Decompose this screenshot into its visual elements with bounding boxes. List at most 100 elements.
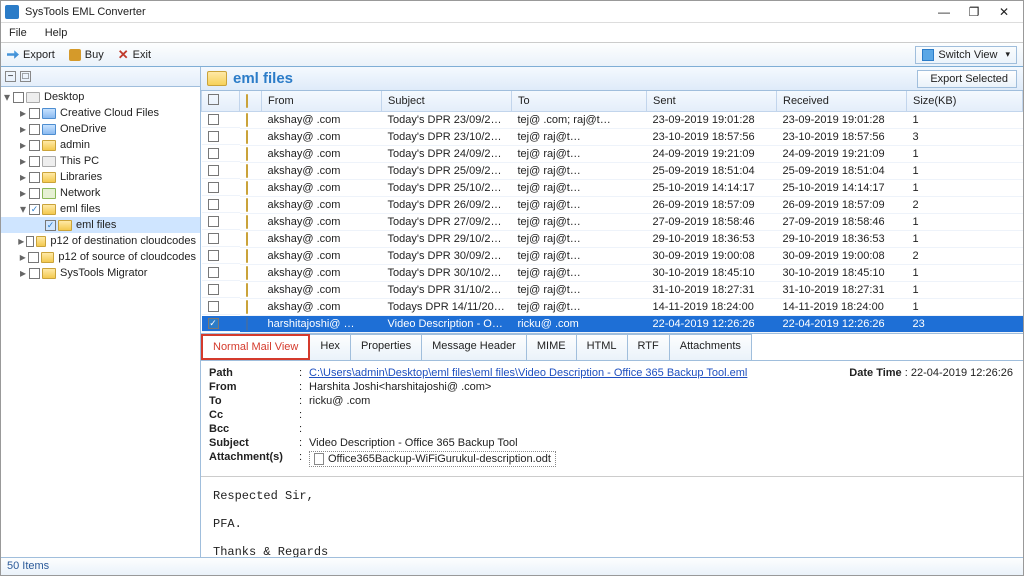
tab-message-header[interactable]: Message Header xyxy=(421,334,527,360)
table-row[interactable]: akshay@ .comToday's DPR 31/10/2019tej@ r… xyxy=(202,282,1023,299)
cell-received: 29-10-2019 18:36:53 xyxy=(777,231,907,248)
cell-to: tej@ raj@t… xyxy=(512,282,647,299)
window-title: SysTools EML Converter xyxy=(25,6,929,18)
cell-sent: 24-09-2019 19:21:09 xyxy=(647,146,777,163)
envelope-icon xyxy=(246,266,248,280)
tree-network[interactable]: ▸Network xyxy=(1,185,200,201)
tab-mime[interactable]: MIME xyxy=(526,334,577,360)
tree-thispc[interactable]: ▸This PC xyxy=(1,153,200,169)
libraries-icon xyxy=(42,172,56,183)
cell-subject: Today's DPR 27/09/2019 xyxy=(382,214,512,231)
cell-size: 1 xyxy=(907,231,1023,248)
envelope-icon xyxy=(246,113,248,127)
row-checkbox[interactable] xyxy=(208,216,219,227)
detail-tabs: Normal Mail View Hex Properties Message … xyxy=(201,334,1023,361)
toolbar: Export Buy ✕Exit Switch View▾ xyxy=(1,43,1023,67)
tree-admin[interactable]: ▸admin xyxy=(1,137,200,153)
table-row[interactable]: akshay@ .comToday's DPR 23/09/2019tej@ .… xyxy=(202,112,1023,129)
close-button[interactable]: ✕ xyxy=(989,2,1019,22)
cell-received: 30-10-2019 18:45:10 xyxy=(777,265,907,282)
table-row[interactable]: akshay@ .comTodays DPR 14/11/2019tej@ ra… xyxy=(202,299,1023,316)
tab-properties[interactable]: Properties xyxy=(350,334,422,360)
buy-button[interactable]: Buy xyxy=(69,49,104,61)
table-row[interactable]: akshay@ .comToday's DPR 26/09/2019tej@ r… xyxy=(202,197,1023,214)
tab-normal[interactable]: Normal Mail View xyxy=(201,334,310,360)
tree-migrator[interactable]: ▸SysTools Migrator xyxy=(1,265,200,281)
col-received[interactable]: Received xyxy=(777,91,907,112)
table-row[interactable]: akshay@ .comToday's DPR 29/10/2019tej@ r… xyxy=(202,231,1023,248)
table-row[interactable]: akshay@ .comToday's DPR 25/09/2019tej@ r… xyxy=(202,163,1023,180)
row-checkbox[interactable] xyxy=(208,233,219,244)
row-checkbox[interactable] xyxy=(208,114,219,125)
table-row[interactable]: akshay@ .comToday's DPR 24/09/2019tej@ r… xyxy=(202,146,1023,163)
row-checkbox[interactable] xyxy=(208,199,219,210)
row-checkbox[interactable] xyxy=(208,250,219,261)
minimize-button[interactable]: — xyxy=(929,2,959,22)
maximize-button[interactable]: ❐ xyxy=(959,2,989,22)
cell-to: tej@ raj@t… xyxy=(512,299,647,316)
cell-size: 1 xyxy=(907,282,1023,299)
tree-p12-src[interactable]: ▸p12 of source of cloudcodes xyxy=(1,249,200,265)
menu-help[interactable]: Help xyxy=(41,25,72,41)
cell-from: akshay@ .com xyxy=(262,214,382,231)
col-subject[interactable]: Subject xyxy=(382,91,512,112)
cell-sent: 14-11-2019 18:24:00 xyxy=(647,299,777,316)
table-row[interactable]: akshay@ .comToday's DPR 30/10/2019tej@ r… xyxy=(202,265,1023,282)
tree-eml-outer[interactable]: ▾eml files xyxy=(1,201,200,217)
tree-eml-inner[interactable]: eml files xyxy=(1,217,200,233)
tab-html[interactable]: HTML xyxy=(576,334,628,360)
envelope-icon xyxy=(246,317,248,331)
table-row[interactable]: akshay@ .comToday's DPR 30/09/2019tej@ r… xyxy=(202,248,1023,265)
tree-libraries[interactable]: ▸Libraries xyxy=(1,169,200,185)
cell-size: 1 xyxy=(907,180,1023,197)
table-row[interactable]: akshay@ .comToday's DPR 23/10/2019tej@ r… xyxy=(202,129,1023,146)
cell-received: 23-09-2019 19:01:28 xyxy=(777,112,907,129)
row-checkbox[interactable] xyxy=(208,182,219,193)
tab-hex[interactable]: Hex xyxy=(309,334,351,360)
envelope-icon xyxy=(246,94,248,108)
cloud-icon xyxy=(42,108,56,119)
table-row[interactable]: akshay@ .comToday's DPR 25/10/2019tej@ r… xyxy=(202,180,1023,197)
row-checkbox[interactable] xyxy=(208,131,219,142)
col-icon[interactable] xyxy=(240,91,262,112)
row-checkbox[interactable] xyxy=(208,165,219,176)
col-checkbox[interactable] xyxy=(202,91,240,112)
col-size[interactable]: Size(KB) xyxy=(907,91,1023,112)
tab-rtf[interactable]: RTF xyxy=(627,334,670,360)
cell-to: tej@ raj@t… xyxy=(512,248,647,265)
main-pane: eml files Export Selected From Subject T… xyxy=(201,67,1023,557)
row-checkbox[interactable] xyxy=(208,284,219,295)
envelope-icon xyxy=(246,130,248,144)
app-icon xyxy=(5,5,19,19)
table-row[interactable]: akshay@ .comToday's DPR 27/09/2019tej@ r… xyxy=(202,214,1023,231)
export-icon xyxy=(7,49,19,61)
export-button[interactable]: Export xyxy=(7,49,55,61)
col-to[interactable]: To xyxy=(512,91,647,112)
menu-file[interactable]: File xyxy=(5,25,31,41)
tree-p12-dest[interactable]: ▸p12 of destination cloudcodes xyxy=(1,233,200,249)
cell-sent: 27-09-2019 18:58:46 xyxy=(647,214,777,231)
cell-received: 24-09-2019 19:21:09 xyxy=(777,146,907,163)
tree-ccf[interactable]: ▸Creative Cloud Files xyxy=(1,105,200,121)
attachment-file[interactable]: Office365Backup-WiFiGurukul-description.… xyxy=(309,451,556,467)
row-checkbox[interactable] xyxy=(208,318,219,329)
export-selected-button[interactable]: Export Selected xyxy=(917,70,1017,88)
cell-from: harshitajoshi@ … xyxy=(262,316,382,333)
tab-attachments[interactable]: Attachments xyxy=(669,334,752,360)
cell-from: akshay@ .com xyxy=(262,112,382,129)
folder-icon xyxy=(42,140,56,151)
expand-all-button[interactable] xyxy=(20,71,31,82)
col-sent[interactable]: Sent xyxy=(647,91,777,112)
row-checkbox[interactable] xyxy=(208,148,219,159)
tree-onedrive[interactable]: ▸OneDrive xyxy=(1,121,200,137)
cell-from: akshay@ .com xyxy=(262,231,382,248)
col-from[interactable]: From xyxy=(262,91,382,112)
table-row[interactable]: harshitajoshi@ …Video Description - Offi… xyxy=(202,316,1023,333)
exit-button[interactable]: ✕Exit xyxy=(118,48,151,61)
collapse-all-button[interactable] xyxy=(5,71,16,82)
row-checkbox[interactable] xyxy=(208,267,219,278)
switch-view-button[interactable]: Switch View▾ xyxy=(915,46,1017,64)
tree-desktop[interactable]: ▾Desktop xyxy=(1,89,200,105)
row-checkbox[interactable] xyxy=(208,301,219,312)
cell-subject: Today's DPR 23/10/2019 xyxy=(382,129,512,146)
